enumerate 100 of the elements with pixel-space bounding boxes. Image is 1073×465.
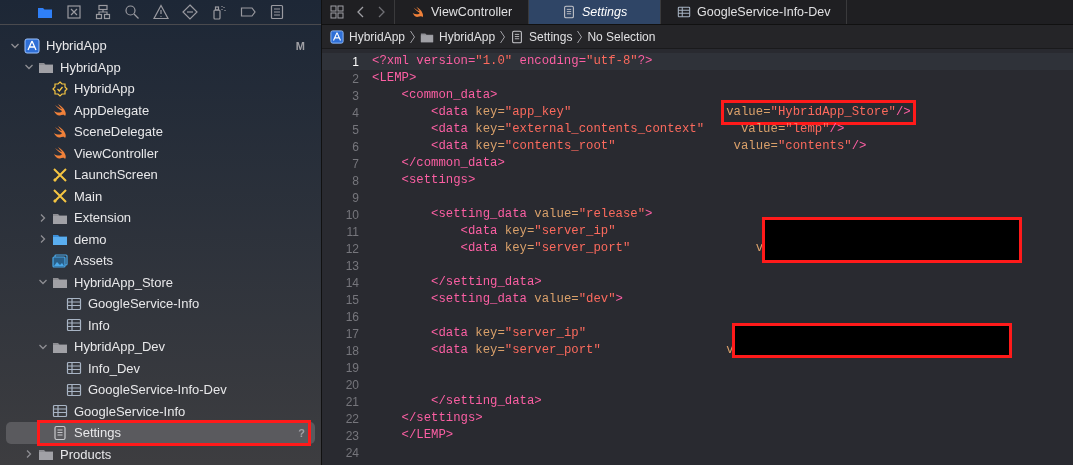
code-text: <data key="external_contents_context" value="lemp"/> [430, 121, 845, 139]
navigator-item[interactable]: HybridApp_Dev [6, 336, 315, 358]
navigator-item[interactable]: HybridApp [6, 78, 315, 100]
table-icon [66, 360, 82, 377]
swift-icon [411, 5, 425, 19]
navigator-item[interactable]: GoogleService-Info [6, 293, 315, 315]
item-label: HybridApp_Store [74, 273, 173, 292]
editor-tab[interactable]: Settings [529, 0, 662, 24]
item-label: HybridApp [60, 58, 121, 77]
item-label: GoogleService-Info [88, 295, 200, 313]
code-text: </common_data> [400, 155, 505, 173]
code-text: </setting_data> [430, 274, 542, 292]
line-number: 19 [344, 359, 360, 377]
navigator-item[interactable]: LaunchScreen [6, 164, 315, 186]
line-number: 4 [351, 104, 360, 122]
storyboard-icon [52, 188, 68, 205]
item-label: Extension [74, 209, 132, 227]
code-text: <data key="contents_root" value="contents"/> [430, 138, 867, 156]
swift-icon [52, 123, 68, 140]
line-number: 10 [344, 206, 360, 224]
document-icon [510, 29, 525, 44]
navigator-item[interactable]: Extension [6, 207, 315, 229]
item-label: GoogleService-Info-Dev [88, 381, 227, 399]
line-number: 17 [344, 325, 360, 343]
swift-icon [52, 145, 68, 162]
code-text: <?xml version="1.0" encoding="utf-8"?> [372, 53, 653, 71]
item-label: HybridApp [74, 80, 135, 98]
code-text: <data key="server_ip" [430, 325, 587, 343]
chevron-right-icon[interactable] [38, 234, 48, 245]
item-label: Products [60, 445, 112, 464]
line-number: 18 [344, 342, 360, 360]
navigator-item[interactable]: HybridApp M [6, 35, 315, 57]
line-number: 14 [344, 274, 360, 292]
line-number: 6 [351, 138, 360, 156]
item-label: Assets [74, 252, 113, 270]
navigator-item[interactable]: GoogleService-Info [6, 400, 315, 422]
back-icon[interactable] [356, 5, 366, 19]
code-text: </settings> [400, 410, 483, 428]
code-text: <settings> [400, 172, 476, 190]
forward-icon[interactable] [376, 5, 386, 19]
code-text: <setting_data value="release"> [430, 206, 653, 224]
table-icon [677, 5, 692, 19]
navigator-item[interactable]: demo [6, 228, 315, 250]
item-label: AppDelegate [74, 101, 150, 120]
code-text: <LEMP> [372, 70, 417, 88]
item-label: Settings [74, 424, 121, 442]
breadcrumb-item[interactable]: Settings [510, 27, 573, 46]
table-icon [66, 381, 82, 398]
navigator-item[interactable]: Assets [6, 250, 315, 272]
code-text: </setting_data> [430, 393, 542, 411]
navigator-item[interactable]: Products [6, 443, 315, 465]
navigator-item[interactable]: HybridApp_Store [6, 271, 315, 293]
navigator-item[interactable]: SceneDelegate [6, 121, 315, 143]
item-label: Info [88, 316, 110, 335]
item-label: ViewController [74, 144, 159, 163]
storyboard-icon [52, 166, 68, 183]
line-number: 16 [344, 308, 360, 326]
breadcrumb-item[interactable]: HybridApp [420, 27, 496, 46]
navigator-item[interactable]: AppDelegate [6, 99, 315, 121]
chevron-right-icon[interactable] [24, 449, 34, 460]
line-number: 11 [345, 223, 360, 241]
navigator-item[interactable]: Info_Dev [6, 357, 315, 379]
item-label: HybridApp_Dev [74, 338, 166, 356]
editor-tab[interactable]: GoogleService-Info-Dev [661, 0, 848, 24]
navigator-item[interactable]: Settings ? [6, 422, 315, 444]
navigator-item[interactable]: Info [6, 314, 315, 336]
line-number: 12 [344, 240, 360, 258]
breadcrumb-item[interactable]: No Selection [587, 27, 656, 46]
navigator-item[interactable]: Main [6, 185, 315, 207]
line-number: 20 [344, 376, 360, 394]
table-icon [66, 317, 82, 334]
item-label: demo [74, 230, 107, 249]
breadcrumb-item[interactable]: HybridApp [330, 27, 406, 46]
line-number: 9 [351, 189, 360, 207]
chevron-right-icon [576, 29, 584, 44]
item-label: SceneDelegate [74, 123, 163, 141]
item-label: Main [74, 187, 103, 206]
navigator-item[interactable]: ViewController [6, 142, 315, 164]
item-label: Info_Dev [88, 359, 141, 378]
chevron-right-icon [499, 29, 507, 44]
line-number: 7 [351, 155, 360, 173]
document-icon [561, 5, 576, 19]
document-icon [52, 424, 68, 441]
code-text: <data key="app_key" [430, 104, 573, 122]
project-icon [330, 29, 344, 44]
line-number: 15 [344, 291, 360, 309]
table-icon [66, 295, 82, 312]
item-label: LaunchScreen [74, 166, 158, 184]
code-text: <common_data> [400, 87, 498, 105]
grid-icon[interactable] [330, 5, 344, 19]
line-number: 2 [351, 70, 360, 88]
code-text: <setting_data value="dev"> [430, 291, 623, 309]
chevron-right-icon[interactable] [38, 212, 48, 223]
navigator-item[interactable]: HybridApp [6, 56, 315, 78]
highlighted-code: value="HybridApp_Store"/> [724, 103, 913, 122]
line-number: 5 [351, 121, 360, 139]
line-number: 22 [344, 410, 360, 428]
navigator-item[interactable]: GoogleService-Info-Dev [6, 379, 315, 401]
chevron-right-icon [409, 29, 417, 44]
status-letter: ? [298, 425, 305, 441]
